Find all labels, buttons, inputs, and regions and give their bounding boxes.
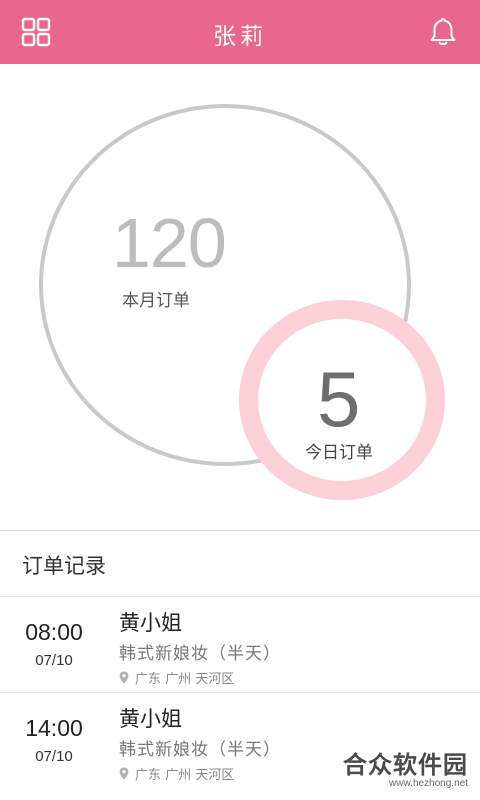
bell-icon[interactable]	[427, 16, 459, 48]
month-orders-label: 本月订单	[122, 291, 190, 311]
order-time: 08:00	[25, 619, 83, 645]
watermark: 合众软件园 www.hezhong.net	[343, 751, 468, 790]
divider	[0, 530, 480, 531]
customer-name: 黄小姐	[119, 611, 182, 635]
month-orders-count: 120	[112, 204, 227, 282]
today-orders-count: 5	[317, 355, 361, 443]
watermark-url: www.hezhong.net	[389, 778, 468, 790]
location-text: 广东 广州 天河区	[135, 768, 235, 783]
location-text: 广东 广州 天河区	[135, 672, 235, 687]
app-header: 张莉	[0, 0, 480, 64]
customer-name: 黄小姐	[119, 707, 182, 731]
order-location: 广东 广州 天河区	[119, 764, 234, 783]
order-list-item[interactable]: 08:00 07/10 黄小姐 韩式新娘妆（半天） 广东 广州 天河区	[0, 597, 480, 693]
today-orders-label: 今日订单	[305, 443, 373, 463]
watermark-logo: 合众软件园	[343, 751, 468, 779]
order-date: 07/10	[35, 748, 73, 765]
location-pin-icon	[119, 671, 129, 684]
order-time: 14:00	[25, 715, 83, 741]
location-pin-icon	[119, 767, 129, 780]
page-title: 张莉	[213, 24, 267, 50]
service-name: 韩式新娘妆（半天）	[119, 644, 281, 664]
service-name: 韩式新娘妆（半天）	[119, 740, 281, 760]
order-date: 07/10	[35, 652, 73, 669]
order-records-title: 订单记录	[22, 554, 106, 578]
order-location: 广东 广州 天河区	[119, 668, 234, 687]
